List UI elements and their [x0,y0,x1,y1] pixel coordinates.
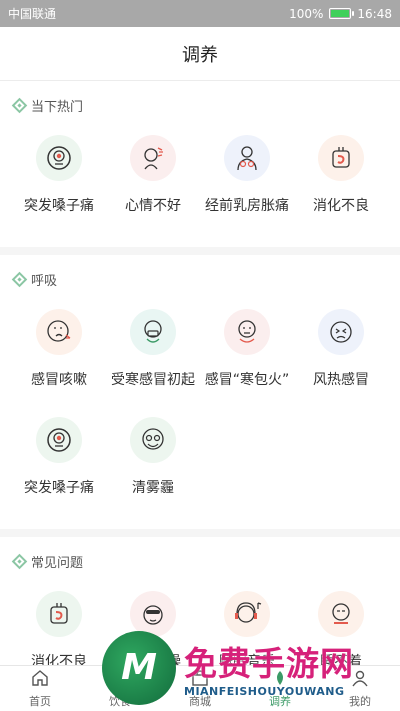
topic-label: 经前乳房胀痛 [205,198,289,214]
section-title: 常见问题 [31,555,84,571]
topic-item[interactable]: 风热感冒 [294,303,388,411]
topic-grid: 突发嗓子痛 心情不好 经前乳房胀痛 消化不良 [0,129,400,237]
topic-label: 消化不良 [31,654,87,665]
topic-item[interactable]: 心情不好 [106,129,200,237]
topic-item[interactable]: 清雾霾 [106,411,200,519]
tab-label: 饮食 [109,695,131,708]
topic-label: 突发嗓子痛 [24,198,94,214]
main-scroll[interactable]: 当下热门 突发嗓子痛 心情不好 经前乳房胀痛 消化不良 呼吸 感冒咳嗽 受寒感冒初起 感冒“寒包… [0,81,400,665]
section: 呼吸感冒咳嗽 受寒感冒初起 感冒“寒包火” 风热感冒突发嗓子痛 清雾霾 [0,255,400,537]
topic-label: 消化不良 [313,198,369,214]
topic-label: 风热感冒 [313,372,369,388]
topic-item[interactable]: 感冒咳嗽 [12,303,106,411]
topic-item[interactable]: 消化不良 [294,129,388,237]
topic-grid: 消化不良 皮肤干燥 睡眠音乐 睡不着 [0,585,400,665]
profile-icon [350,668,370,691]
section-header: 常见问题 [0,537,400,585]
section: 常见问题消化不良 皮肤干燥 睡眠音乐 睡不着 [0,537,400,665]
tab-label: 商城 [189,695,211,708]
diamond-icon [11,97,28,113]
section-header: 当下热门 [0,81,400,129]
section-header: 呼吸 [0,255,400,303]
tab-care[interactable]: 调养 [240,668,320,709]
tab-label: 调养 [269,695,291,708]
topic-label: 突发嗓子痛 [24,480,94,496]
topic-label: 感冒咳嗽 [31,372,87,388]
topic-item[interactable]: 消化不良 [12,585,106,665]
topic-label: 感冒“寒包火” [204,372,290,388]
tab-label: 首页 [29,695,51,708]
topic-label: 皮肤干燥 [125,654,181,665]
cold-fire-icon [224,309,270,355]
clock: 16:48 [357,6,392,21]
sleep-music-icon [224,591,270,637]
topic-item[interactable]: 感冒“寒包火” [200,303,294,411]
topic-item[interactable]: 睡眠音乐 [200,585,294,665]
status-bar: 中国联通 100% 16:48 [0,0,400,27]
battery-percent: 100% [289,6,324,21]
topic-item[interactable]: 突发嗓子痛 [12,129,106,237]
cold-chill-icon [130,309,176,355]
topic-label: 睡眠音乐 [219,654,275,665]
cough-icon [36,309,82,355]
smog-mask-icon [130,417,176,463]
tab-home[interactable]: 首页 [0,668,80,709]
topic-item[interactable]: 突发嗓子痛 [12,411,106,519]
shop-icon [190,668,210,691]
status-right: 100% 16:48 [289,7,392,21]
battery-icon [329,8,355,19]
tab-shop[interactable]: 商城 [160,668,240,709]
bottom-tab-bar: 首页 饮食 商城 调养 我的 [0,665,400,711]
sore-throat-icon [36,135,82,181]
section-title: 呼吸 [31,273,58,289]
topic-item[interactable]: 皮肤干燥 [106,585,200,665]
care-icon [270,668,290,691]
carrier-label: 中国联通 [8,7,57,21]
page-title: 调养 [182,44,218,66]
topic-item[interactable]: 睡不着 [294,585,388,665]
diamond-icon [11,553,28,569]
topic-label: 清雾霾 [132,480,174,496]
topic-item[interactable]: 经前乳房胀痛 [200,129,294,237]
dry-skin-icon [130,591,176,637]
bad-mood-icon [130,135,176,181]
page-title-bar: 调养 [0,27,400,81]
home-icon [30,668,50,691]
tab-profile[interactable]: 我的 [320,668,400,709]
topic-label: 睡不着 [320,654,362,665]
tab-diet[interactable]: 饮食 [80,668,160,709]
sore-throat-icon [36,417,82,463]
wind-heat-icon [318,309,364,355]
indigestion-icon [36,591,82,637]
tab-label: 我的 [349,695,371,708]
section-title: 当下热门 [31,99,84,115]
breast-pain-icon [224,135,270,181]
indigestion-icon [318,135,364,181]
diet-icon [110,668,130,691]
diamond-icon [11,271,28,287]
insomnia-icon [318,591,364,637]
topic-grid: 感冒咳嗽 受寒感冒初起 感冒“寒包火” 风热感冒突发嗓子痛 清雾霾 [0,303,400,519]
section: 当下热门突发嗓子痛 心情不好 经前乳房胀痛 消化不良 [0,81,400,255]
topic-label: 受寒感冒初起 [111,372,195,388]
topic-label: 心情不好 [125,198,181,214]
topic-item[interactable]: 受寒感冒初起 [106,303,200,411]
